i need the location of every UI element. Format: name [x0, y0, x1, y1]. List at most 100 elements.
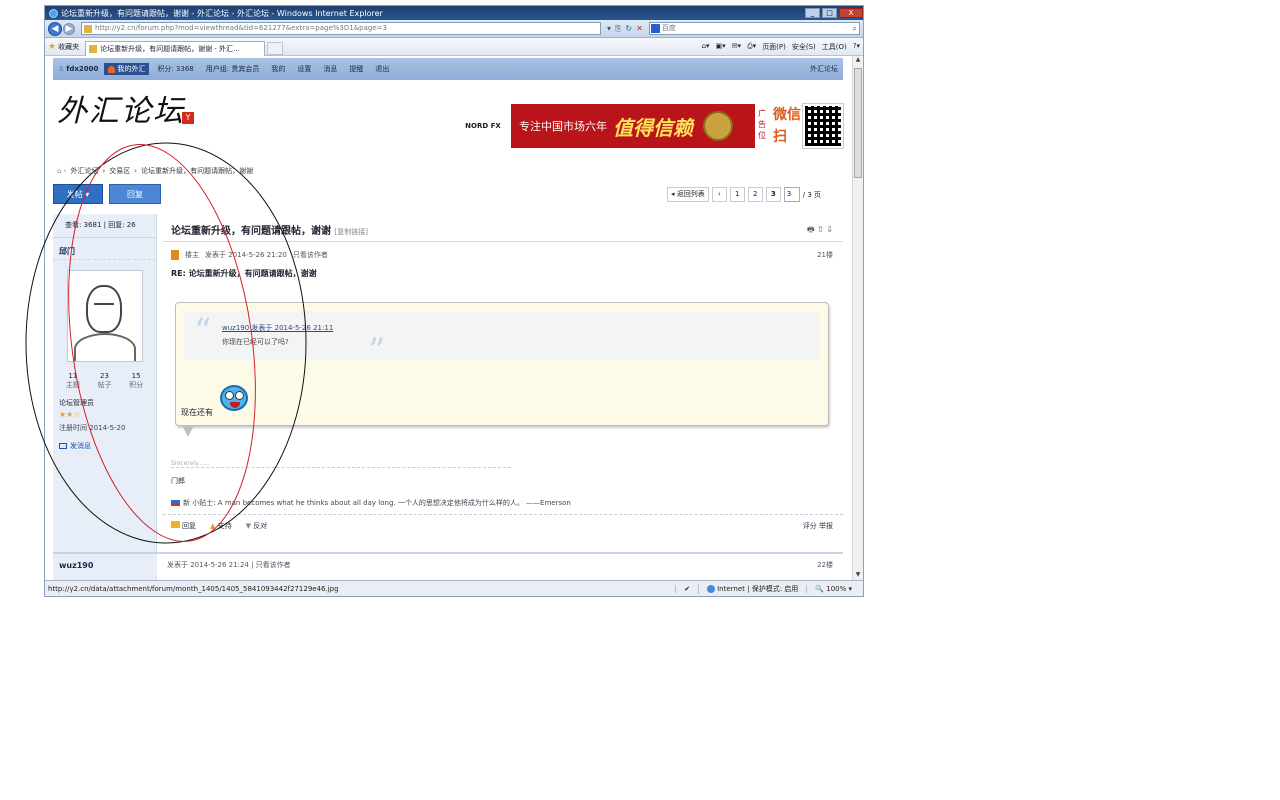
- page-icon: [84, 24, 92, 33]
- new-post-button[interactable]: 发帖 ▾: [53, 184, 103, 204]
- next-post-floor[interactable]: 22楼: [817, 560, 833, 570]
- search-provider-icon: [650, 24, 660, 33]
- quote-author-link[interactable]: wuz190 发表于 2014-5-26 21:11: [222, 323, 333, 333]
- breadcrumb-thread[interactable]: 论坛重新升级，有问题请跟帖，谢谢: [141, 166, 253, 176]
- help-icon[interactable]: ?▾: [853, 42, 860, 52]
- dropdown-icon[interactable]: ▾: [607, 24, 611, 34]
- stop-icon[interactable]: ✕: [636, 24, 643, 34]
- feeds-icon[interactable]: ▣▾: [716, 42, 726, 52]
- back-to-list-button[interactable]: ◂ 返回列表: [667, 187, 709, 202]
- window-title: 论坛重新升级，有问题请跟帖，谢谢 - 外汇论坛 - 外汇论坛 - Windows…: [61, 8, 383, 18]
- breadcrumb-forum[interactable]: 外汇论坛: [70, 166, 98, 176]
- ie-logo-icon: [49, 8, 58, 18]
- quote-block: “ wuz190 发表于 2014-5-26 21:11 你现在已经可以了吗? …: [184, 311, 820, 371]
- status-zone[interactable]: Internet | 保护模式: 启用: [698, 583, 806, 594]
- rate-report-links[interactable]: 评分 举报: [803, 521, 833, 531]
- support-action[interactable]: ▲ 支持: [210, 521, 232, 531]
- refresh-icon[interactable]: ↻: [625, 24, 632, 34]
- thumb-up-icon: ▲: [210, 521, 216, 530]
- next-post-header: wuz190 发表于 2014-5-26 21:24 | 只看该作者 22楼: [53, 552, 843, 576]
- nordfx-logo: NORD FX: [455, 104, 513, 148]
- author-role[interactable]: 论坛管理员: [53, 390, 156, 408]
- page-3[interactable]: 3: [765, 187, 781, 202]
- maximize-button[interactable]: □: [822, 8, 837, 18]
- signature-line-1: 门郎: [171, 477, 185, 485]
- address-bar: ◀ ▶ http://y2.cn/forum.php?mod=viewthrea…: [45, 20, 863, 38]
- print-icon[interactable]: ⎙▾: [747, 42, 756, 52]
- cmd-safety[interactable]: 安全(S): [792, 42, 816, 52]
- reply-action[interactable]: 回复: [171, 520, 196, 531]
- quote-open-icon: “: [194, 311, 212, 351]
- browser-tab[interactable]: 论坛重新升级，有问题请跟帖，谢谢 - 外汇...: [85, 40, 266, 56]
- nav-item-mine[interactable]: 我的: [271, 64, 285, 74]
- only-author-link[interactable]: 只看该作者: [293, 250, 328, 260]
- scroll-thumb[interactable]: [854, 68, 862, 178]
- forward-button[interactable]: ▶: [63, 22, 75, 35]
- signature-text: 新 小贴士: A man becomes what he thinks abou…: [183, 499, 571, 507]
- stat-threads[interactable]: 11 主题: [66, 372, 80, 390]
- search-icon[interactable]: ⌕: [853, 23, 857, 34]
- nav-item-group[interactable]: 用户组: 贵宾会员: [206, 64, 260, 74]
- search-placeholder: 百度: [661, 24, 676, 32]
- stat-points[interactable]: 15 积分: [129, 372, 143, 390]
- bubble-tail: [182, 425, 194, 437]
- page-jump-input[interactable]: 3: [783, 187, 800, 202]
- reply-button[interactable]: 回复: [109, 184, 161, 204]
- envelope-icon: [59, 443, 67, 449]
- nav-item-notices[interactable]: 提醒: [349, 64, 363, 74]
- nav-item-messages[interactable]: 消息: [323, 64, 337, 74]
- home-icon[interactable]: ⌂▾: [702, 42, 710, 52]
- copy-link[interactable]: [复制链接]: [334, 228, 367, 236]
- minimize-button[interactable]: _: [805, 8, 820, 18]
- vertical-scrollbar[interactable]: ▲ ▼: [852, 56, 863, 581]
- address-controls: ▾ ⎘ ↻ ✕: [607, 24, 643, 34]
- send-message-link[interactable]: 发消息: [53, 433, 156, 451]
- thread-tools-icons[interactable]: 🖶 ⇧ ⇩: [807, 224, 833, 238]
- back-button[interactable]: ◀: [48, 21, 62, 36]
- page-2[interactable]: 2: [747, 187, 763, 202]
- new-tab-button[interactable]: [267, 41, 284, 55]
- scroll-up-icon[interactable]: ▲: [853, 56, 863, 66]
- tab-title: 论坛重新升级，有问题请跟帖，谢谢 - 外汇...: [100, 44, 240, 53]
- favorites-button[interactable]: ★ 收藏夹: [48, 42, 79, 52]
- cmd-tools[interactable]: 工具(O): [822, 42, 847, 52]
- my-forum-badge[interactable]: 我的外汇: [104, 63, 150, 75]
- quote-text: 你现在已经可以了吗?: [222, 338, 289, 346]
- hat-icon: [108, 65, 116, 73]
- nav-username[interactable]: fdx2000: [66, 65, 98, 73]
- thread-title-text: 论坛重新升级，有问题请跟帖，谢谢: [171, 226, 331, 237]
- oppose-action[interactable]: ▼ 反对: [246, 521, 268, 531]
- author-stats: 11 主题 23 帖子 15 积分: [53, 362, 156, 390]
- ad-banner[interactable]: NORD FX 专注中国市场六年 值得信赖: [455, 104, 755, 148]
- post-body: 现在还有: [181, 408, 213, 417]
- author-name[interactable]: 邱门: [53, 238, 156, 260]
- home-icon[interactable]: ⌂ ›: [57, 167, 66, 175]
- site-logo[interactable]: 外汇论坛: [57, 86, 185, 130]
- compat-icon[interactable]: ⎘: [615, 24, 621, 34]
- breadcrumb-board[interactable]: 交易区: [109, 166, 130, 176]
- stat-posts[interactable]: 23 帖子: [97, 372, 111, 390]
- search-input[interactable]: 百度 ⌕: [648, 22, 860, 35]
- page-1[interactable]: 1: [729, 187, 745, 202]
- url-input[interactable]: http://y2.cn/forum.php?mod=viewthread&ti…: [81, 22, 601, 35]
- avatar-face: [86, 285, 122, 333]
- close-button[interactable]: X: [839, 8, 863, 18]
- tab-icon: [89, 44, 98, 53]
- floor-number[interactable]: 21楼: [817, 250, 833, 260]
- nav-item-settings[interactable]: 设置: [297, 64, 311, 74]
- post-actions: 回复 ▲ 支持 ▼ 反对 评分 举报: [163, 514, 843, 536]
- cmd-page[interactable]: 页面(P): [762, 42, 786, 52]
- rank-stars: ★★☆: [59, 410, 81, 419]
- avatar[interactable]: [67, 270, 143, 362]
- page-prev[interactable]: ‹: [711, 187, 727, 202]
- thread-stats: 查看: 3681 | 回复: 26: [53, 214, 156, 238]
- nav-item-logout[interactable]: 退出: [375, 64, 389, 74]
- avatar-eyes: [94, 303, 114, 308]
- next-post-author[interactable]: wuz190: [53, 554, 157, 576]
- nav-site-name[interactable]: 外汇论坛: [810, 64, 838, 74]
- command-bar: ⌂▾ ▣▾ ✉▾ ⎙▾ 页面(P) 安全(S) 工具(O) ?▾: [702, 42, 860, 52]
- status-zoom[interactable]: 🔍 100% ▾: [806, 584, 860, 593]
- author-icon: [171, 249, 179, 260]
- mail-icon[interactable]: ✉▾: [732, 42, 741, 52]
- badge-label: 我的外汇: [117, 65, 146, 73]
